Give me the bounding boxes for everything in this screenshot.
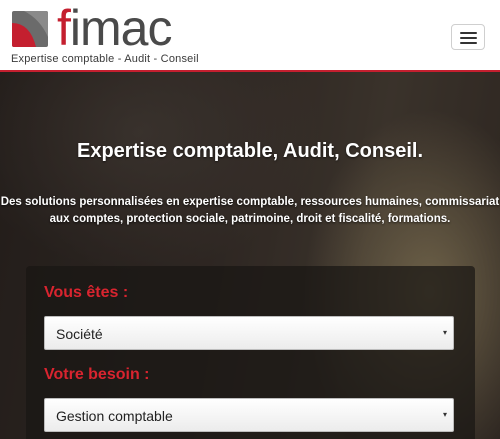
search-form-panel: Vous êtes : Société ▾ Votre besoin : Ges… [26, 266, 475, 439]
chevron-down-icon: ▾ [442, 410, 447, 419]
hero-description-line: aux comptes, protection sociale, patrimo… [49, 213, 451, 225]
hero-description-line: Des solutions personnalisées en expertis… [0, 196, 500, 208]
brand-name[interactable]: fimac [57, 0, 173, 58]
votre-besoin-select[interactable]: Gestion comptable ▾ [44, 398, 454, 432]
hero-section: Expertise comptable, Audit, Conseil. Des… [0, 72, 500, 439]
chevron-down-icon: ▾ [442, 328, 447, 337]
fimac-logo-icon[interactable] [10, 9, 50, 49]
hamburger-menu-button[interactable] [451, 24, 485, 50]
brand-letter-f: f [57, 0, 71, 56]
brand-tagline: Expertise comptable - Audit - Conseil [11, 53, 199, 65]
hero-description: Des solutions personnalisées en expertis… [0, 194, 500, 228]
vous-etes-value: Société [56, 326, 103, 342]
hamburger-bar [460, 32, 477, 34]
vous-etes-label: Vous êtes : [44, 284, 129, 301]
votre-besoin-label: Votre besoin : [44, 366, 150, 383]
hamburger-bar [460, 37, 477, 39]
site-header: fimac Expertise comptable - Audit - Cons… [0, 0, 500, 72]
hamburger-bar [460, 42, 477, 44]
hero-title: Expertise comptable, Audit, Conseil. [77, 140, 423, 162]
votre-besoin-value: Gestion comptable [56, 408, 173, 424]
vous-etes-select[interactable]: Société ▾ [44, 316, 454, 350]
brand-rest: imac [69, 0, 173, 56]
